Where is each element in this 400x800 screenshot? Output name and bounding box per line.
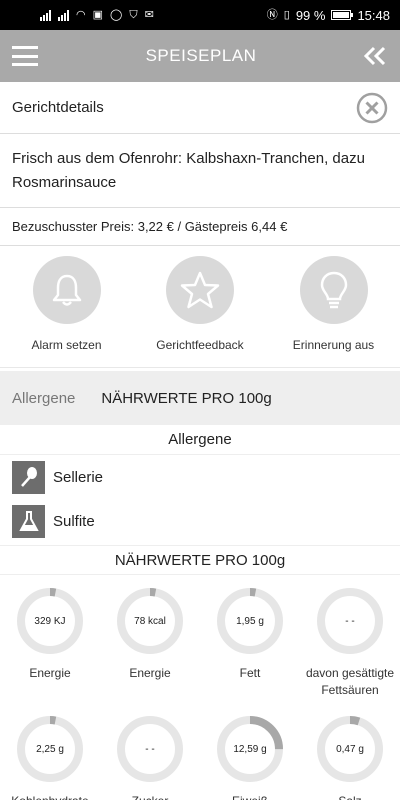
progress-ring: - - [116, 715, 184, 783]
reminder-label: Erinnerung aus [292, 338, 375, 352]
alarm-label: Alarm setzen [31, 338, 102, 352]
nutrition-value: - - [345, 615, 355, 627]
clock: 15:48 [357, 7, 390, 23]
reminder-button[interactable] [299, 256, 368, 324]
progress-ring: 78 kcal [116, 587, 184, 655]
sync-icon: ◯ [110, 8, 123, 21]
signal-icon [40, 9, 51, 21]
allergen-item: Sulfite [0, 499, 400, 543]
feedback-action[interactable]: Gerichtfeedback [134, 246, 267, 367]
mail-icon: ✉ [144, 8, 154, 21]
feedback-button[interactable] [166, 256, 234, 324]
hamburger-icon[interactable] [12, 46, 38, 66]
star-icon [180, 271, 220, 309]
battery-icon [331, 10, 354, 20]
nutrition-label: Zucker [132, 793, 169, 800]
nutrition-label: davon gesättigte Fettsäuren [305, 666, 395, 697]
nfc-icon: Ⓝ [266, 8, 278, 21]
action-bar: Alarm setzen Gerichtfeedback Erinnerung … [0, 246, 400, 368]
progress-ring: 12,59 g [216, 715, 284, 783]
nutrition-grid: 329 KJ Energie 78 kcal Energie 1,95 g Fett - -… [0, 575, 400, 800]
nutrition-item: 329 KJ Energie [0, 575, 100, 703]
progress-ring: 2,25 g [16, 715, 84, 783]
flask-icon [12, 504, 45, 538]
nutrition-value: 78 kcal [134, 615, 166, 627]
info-tabs: Allergene NÄHRWERTE PRO 100g [0, 371, 400, 425]
media-icon: ▣ [92, 8, 104, 21]
status-icons-left: ◠ ▣ ◯ ⛉ ✉ [40, 8, 154, 21]
tab-naehrwerte[interactable]: NÄHRWERTE PRO 100g [101, 390, 271, 407]
alarm-action[interactable]: Alarm setzen [0, 246, 133, 367]
status-bar: ◠ ▣ ◯ ⛉ ✉ Ⓝ ▯ 99 % 15:48 [0, 0, 400, 30]
nutrition-label: Kohlenhydrate [11, 793, 88, 800]
nutrition-value: 0,47 g [336, 743, 364, 755]
alarm-button[interactable] [32, 256, 101, 324]
battery-percent: 99 % [295, 7, 326, 23]
nutrition-item: 1,95 g Fett [200, 575, 300, 703]
nutrition-item: 12,59 g Eiweiß [200, 703, 300, 800]
shield-icon: ⛉ [129, 8, 138, 21]
dish-name: Frisch aus dem Ofenrohr: Kalbshaxn-Tranc… [0, 134, 400, 208]
nutrition-label: Energie [29, 666, 71, 680]
lightbulb-icon [320, 271, 347, 309]
allergen-item: Sellerie [0, 455, 400, 499]
feedback-label: Gerichtfeedback [156, 338, 244, 352]
nutrition-label: Fett [239, 666, 261, 680]
nutrition-item: 2,25 g Kohlenhydrate [0, 703, 100, 800]
allergen-label: Sellerie [53, 468, 104, 486]
nutrition-label: Salz [338, 793, 361, 800]
nutrition-label: Eiweiß [232, 793, 268, 800]
tab-allergene[interactable]: Allergene [12, 390, 75, 407]
reminder-action[interactable]: Erinnerung aus [267, 246, 400, 367]
nutrition-heading: NÄHRWERTE PRO 100g [0, 545, 400, 575]
details-header: Gerichtdetails [0, 82, 400, 134]
nutrition-item: 0,47 g Salz [300, 703, 400, 800]
wifi-icon: ◠ [76, 8, 86, 21]
nutrition-value: - - [145, 743, 155, 755]
status-icons-right: Ⓝ ▯ 99 % 15:48 [267, 8, 390, 23]
nutrition-item: - - Zucker [100, 703, 200, 800]
double-chevron-left-icon[interactable] [363, 46, 386, 66]
nutrition-value: 12,59 g [233, 743, 267, 755]
nutrition-item: 78 kcal Energie [100, 575, 200, 703]
progress-ring: - - [316, 587, 384, 655]
progress-ring: 329 KJ [16, 587, 84, 655]
nutrition-value: 2,25 g [36, 743, 64, 755]
vibrate-icon: ▯ [283, 8, 290, 21]
price-info: Bezuschusster Preis: 3,22 € / Gästepreis… [0, 208, 400, 246]
progress-ring: 1,95 g [216, 587, 284, 655]
app-title: SPEISEPLAN [145, 46, 257, 65]
nutrition-label: Energie [129, 666, 171, 680]
nutrition-value: 1,95 g [236, 615, 264, 627]
close-circle-icon[interactable] [356, 92, 388, 124]
details-title: Gerichtdetails [12, 99, 104, 116]
nutrition-item: - - davon gesättigte Fettsäuren [300, 575, 400, 703]
allergens-heading: Allergene [0, 425, 400, 455]
app-bar: SPEISEPLAN [0, 30, 400, 82]
progress-ring: 0,47 g [316, 715, 384, 783]
signal-icon-2 [58, 9, 69, 21]
celery-icon [12, 460, 45, 494]
nutrition-value: 329 KJ [34, 615, 66, 627]
allergen-label: Sulfite [53, 512, 95, 530]
bell-icon [52, 274, 81, 306]
